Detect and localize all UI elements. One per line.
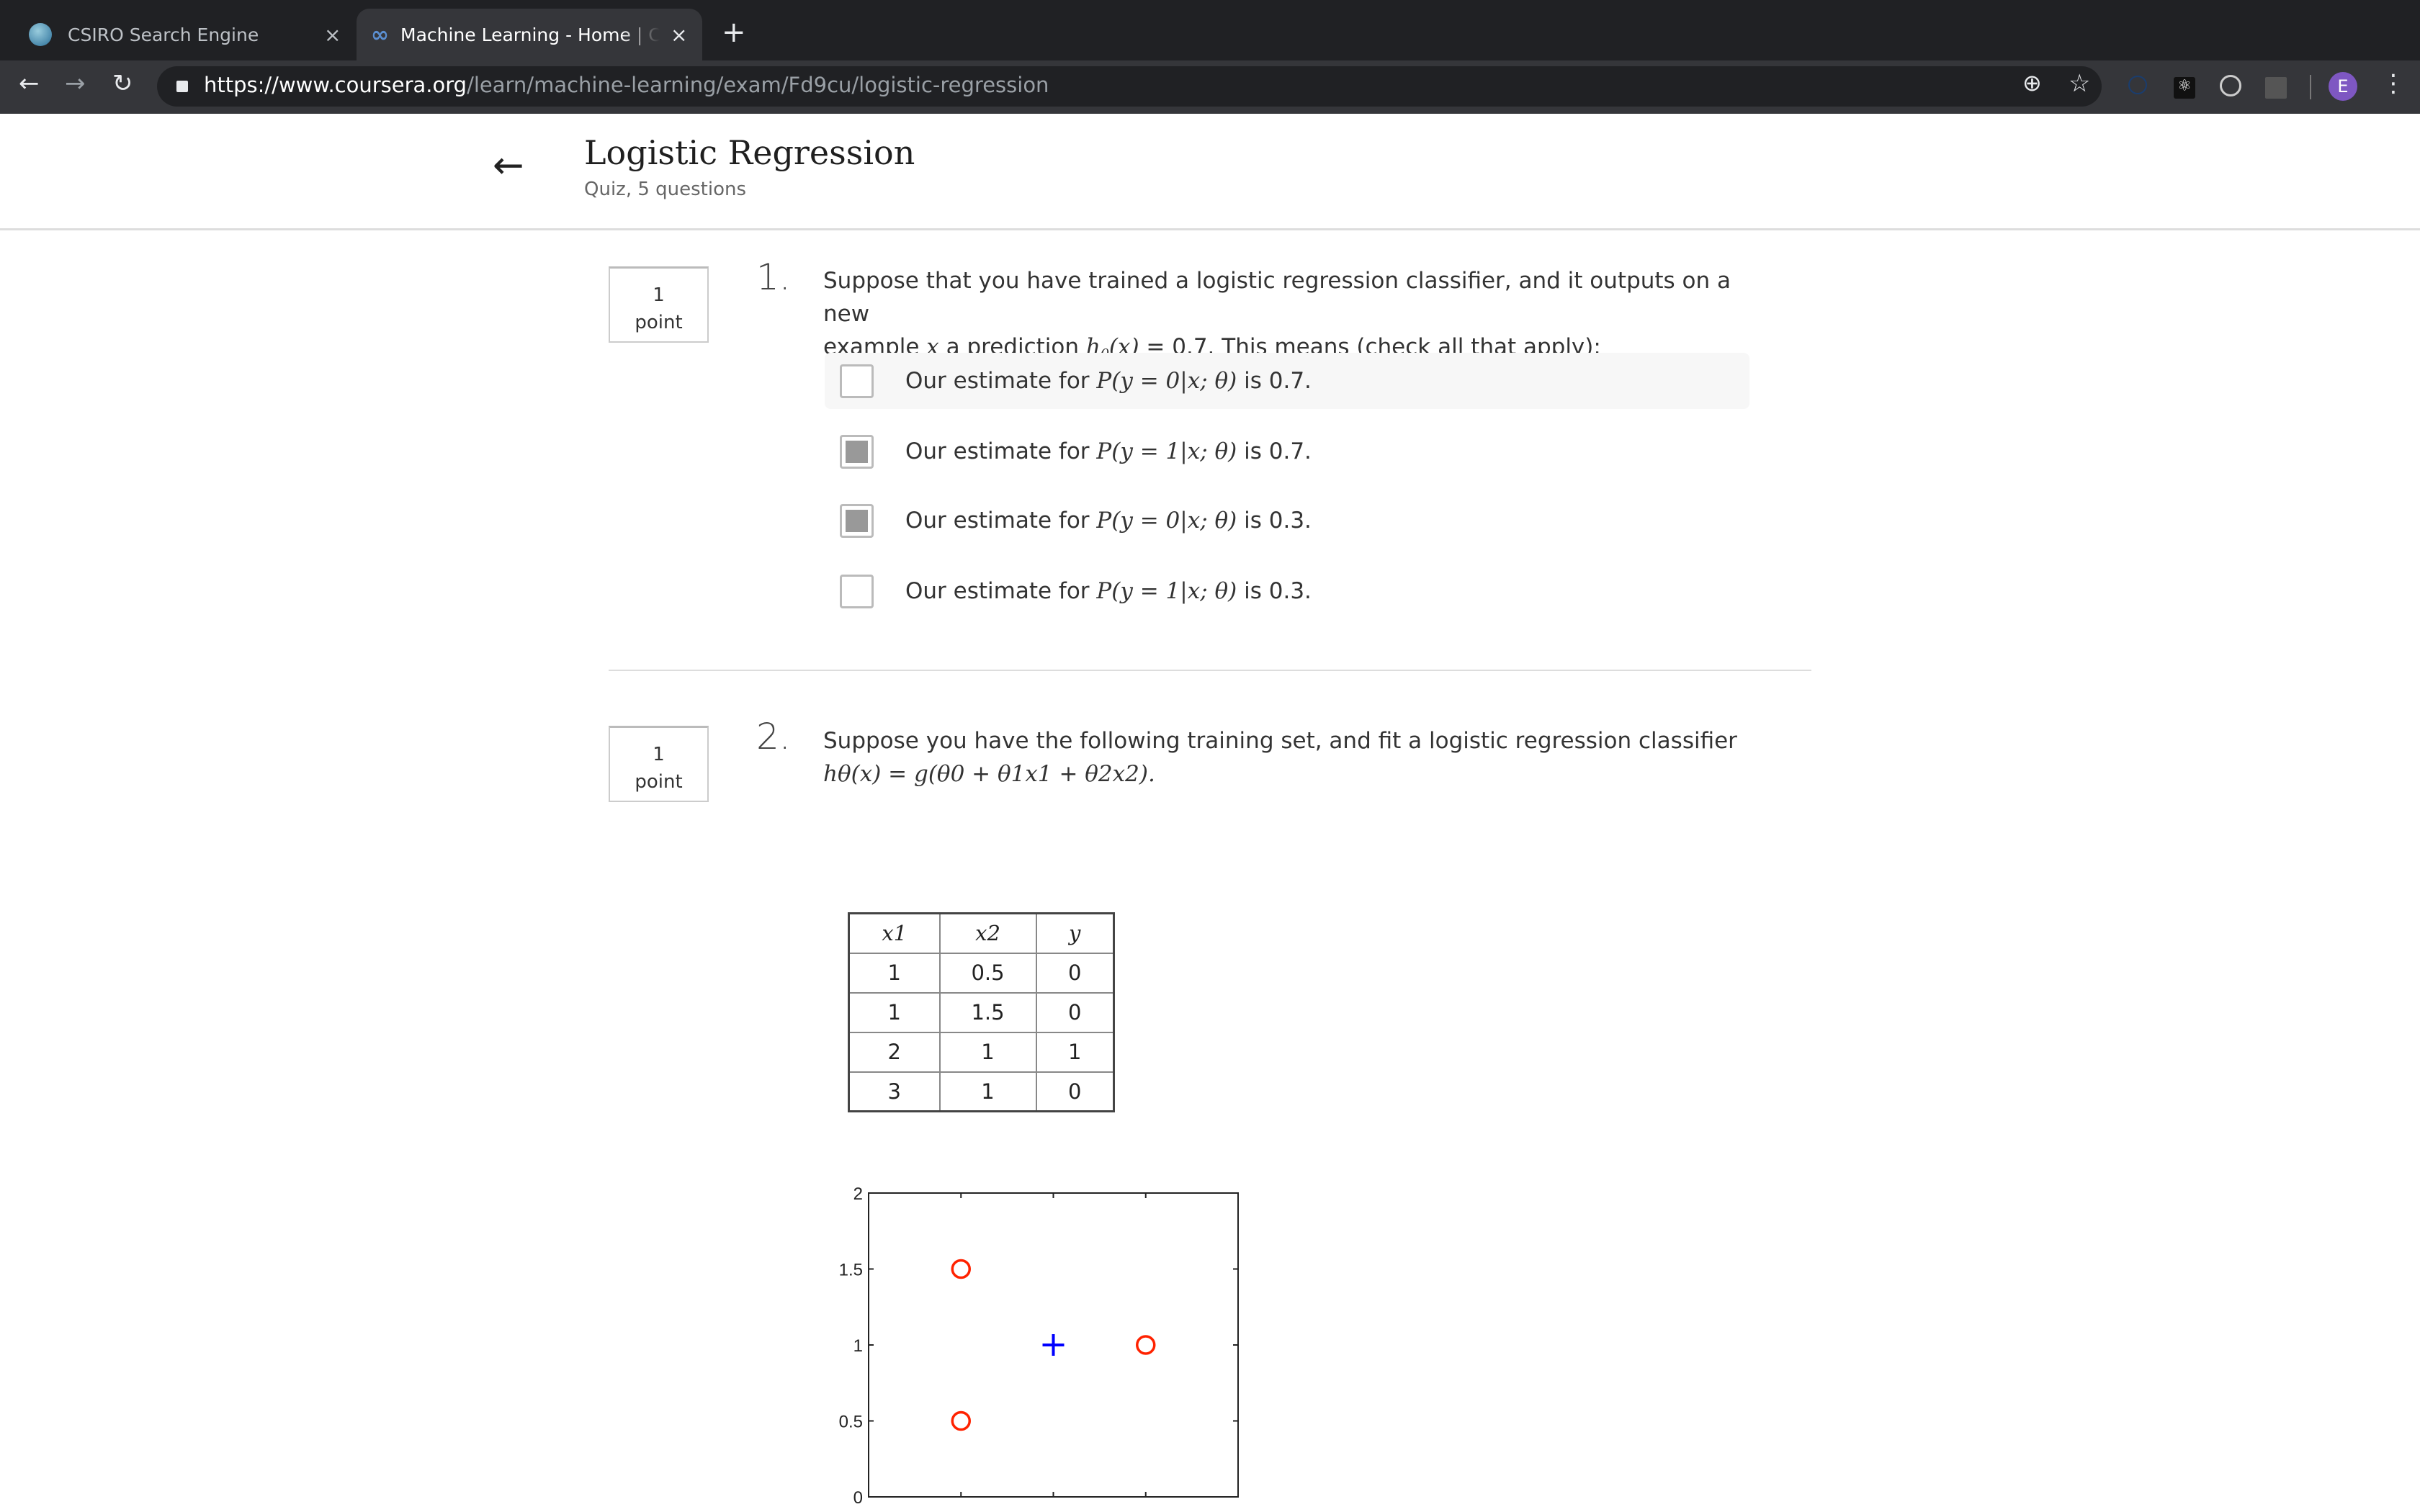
y-tick-label: 0.5	[839, 1413, 863, 1432]
page-title: Logistic Regression	[584, 133, 915, 172]
selenium-icon[interactable]	[2265, 77, 2287, 99]
q1-line1: Suppose that you have trained a logistic…	[823, 268, 1731, 327]
table-cell: 0	[1035, 952, 1115, 994]
q2-line1: Suppose you have the following training …	[823, 728, 1737, 754]
table-row: 1 1.5 0	[848, 991, 1115, 1033]
reload-icon[interactable]: ↻	[112, 69, 133, 98]
table-row: 310	[848, 1071, 1115, 1112]
profile-avatar[interactable]: E	[2329, 72, 2357, 101]
table-cell: 0	[1035, 1071, 1115, 1112]
option-label: Our estimate for P(y = 0|x; θ) is 0.7.	[905, 368, 1312, 394]
menu-dots-icon[interactable]: ⋮	[2381, 69, 2406, 98]
coursera-favicon-icon: ∞	[371, 22, 389, 48]
table-cell: 1	[848, 991, 941, 1033]
new-tab-button[interactable]: +	[722, 16, 746, 49]
checkbox[interactable]	[840, 364, 874, 398]
answer-option[interactable]: Our estimate for P(y = 0|x; θ) is 0.7.	[825, 353, 1749, 409]
option-label: Our estimate for P(y = 1|x; θ) is 0.7.	[905, 438, 1312, 464]
q1-points: 1 point	[609, 266, 709, 343]
zoom-icon[interactable]: ⊕	[2022, 69, 2042, 96]
table-cell: 2	[848, 1031, 941, 1073]
table-cell: 1	[938, 1071, 1037, 1112]
table-cell: 1	[848, 952, 941, 994]
points-label: point	[635, 312, 683, 333]
checkbox[interactable]	[840, 574, 874, 608]
extension-a-icon[interactable]	[2128, 76, 2147, 94]
points-value: 1	[653, 744, 665, 765]
table-cell: 0	[1035, 991, 1115, 1033]
option-label: Our estimate for P(y = 0|x; θ) is 0.3.	[905, 508, 1312, 534]
table-header: x1	[848, 912, 941, 954]
table-cell: 1.5	[938, 991, 1037, 1033]
close-tab-icon[interactable]: ×	[671, 23, 687, 47]
back-icon[interactable]: ←	[19, 69, 40, 98]
lock-icon	[176, 81, 188, 92]
q2-formula: hθ(x) = g(θ0 + θ1x1 + θ2x2).	[823, 761, 1155, 787]
data-point-circle	[951, 1259, 971, 1279]
table-cell: 0.5	[938, 952, 1037, 994]
data-point-circle	[1136, 1335, 1156, 1355]
toolbar-divider	[2310, 75, 2311, 99]
table-header: y	[1035, 912, 1115, 954]
table-row: 1 0.5 0	[848, 952, 1115, 994]
url-host: https://www.coursera.org	[204, 73, 467, 97]
back-arrow-icon[interactable]: ←	[493, 144, 524, 187]
points-label: point	[635, 771, 683, 793]
y-tick-label: 2	[853, 1184, 863, 1204]
bookmark-star-icon[interactable]: ☆	[2069, 69, 2090, 98]
q1-number: 1.	[756, 256, 791, 298]
y-tick-label: 0	[853, 1488, 863, 1508]
answer-option[interactable]: Our estimate for P(y = 1|x; θ) is 0.7.	[825, 423, 1749, 480]
header-divider	[0, 228, 2420, 230]
y-tick-label: 1	[853, 1336, 863, 1356]
question-divider	[609, 670, 1811, 671]
extension-target-icon[interactable]	[2220, 75, 2241, 96]
url-text[interactable]: https://www.coursera.org/learn/machine-l…	[204, 73, 1049, 97]
points-value: 1	[653, 284, 665, 306]
q2-text: Suppose you have the following training …	[823, 724, 1760, 791]
training-set-table: x1 x2 y 1 0.5 0 1 1.5 0 2 1 1 3 1 0	[848, 912, 1115, 1112]
url-path: /learn/machine-learning/exam/Fd9cu/logis…	[467, 73, 1049, 97]
tab-coursera[interactable]: ∞ Machine Learning - Home | Coursera ×	[357, 9, 702, 60]
option-label: Our estimate for P(y = 1|x; θ) is 0.3.	[905, 578, 1312, 604]
y-tick-label: 1.5	[839, 1261, 863, 1280]
tab-title: CSIRO Search Engine	[68, 24, 259, 45]
data-point-plus	[1042, 1334, 1065, 1356]
table-header: x2	[938, 912, 1037, 954]
table-cell: 3	[848, 1071, 941, 1112]
close-tab-icon[interactable]: ×	[324, 23, 341, 47]
answer-option[interactable]: Our estimate for P(y = 1|x; θ) is 0.3.	[825, 563, 1749, 619]
training-scatter-plot: 0 0.5 1 1.5 2	[839, 1184, 1239, 1508]
q2-number: 2.	[756, 716, 791, 757]
tab-title: Machine Learning - Home | Coursera	[400, 24, 660, 45]
answer-option[interactable]: Our estimate for P(y = 0|x; θ) is 0.3.	[825, 492, 1749, 549]
checkbox[interactable]	[840, 503, 874, 538]
q2-points: 1 point	[609, 726, 709, 802]
table-cell: 1	[938, 1031, 1037, 1073]
table-cell: 1	[1035, 1031, 1115, 1073]
forward-icon[interactable]: →	[65, 69, 86, 98]
checkbox[interactable]	[840, 434, 874, 469]
data-point-circle	[951, 1410, 971, 1431]
react-devtools-icon[interactable]: ⚛	[2174, 77, 2195, 99]
tab-csiro[interactable]: CSIRO Search Engine ×	[22, 9, 353, 60]
page-subtitle: Quiz, 5 questions	[584, 179, 747, 200]
csiro-favicon-icon	[29, 23, 52, 46]
table-row: 211	[848, 1031, 1115, 1073]
